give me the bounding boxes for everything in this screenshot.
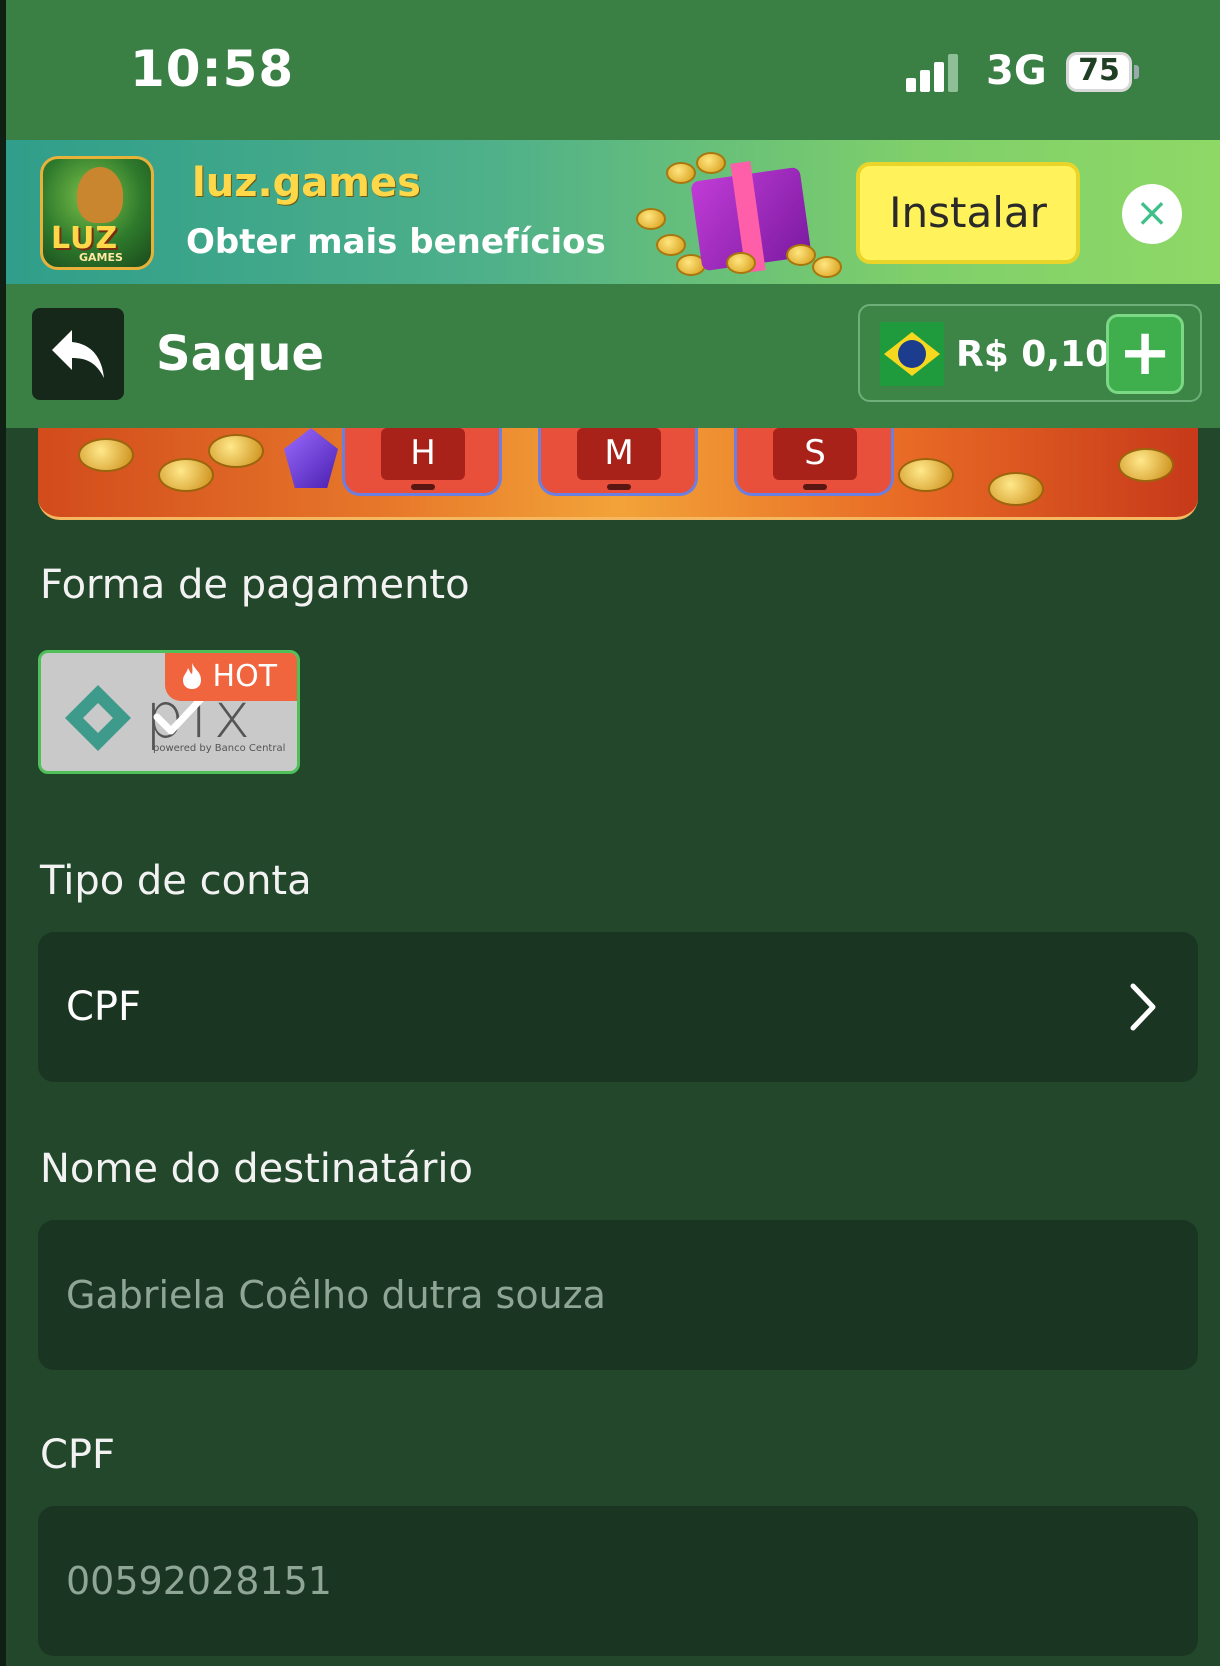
timer-minutes: M	[538, 428, 698, 496]
battery-icon: 75	[1066, 52, 1140, 92]
banner-app-name: luz.games	[192, 160, 421, 206]
payment-method-label: Forma de pagamento	[40, 562, 470, 608]
deposit-plus-button[interactable]: +	[1106, 314, 1184, 394]
close-banner-icon[interactable]: ×	[1122, 184, 1182, 244]
timer-seconds: S	[734, 428, 894, 496]
account-type-value: CPF	[66, 984, 142, 1030]
timer-hours: H	[342, 428, 502, 496]
cpf-label: CPF	[40, 1432, 116, 1478]
gem-icon	[284, 428, 338, 488]
page-title: Saque	[156, 326, 325, 382]
recipient-name-label: Nome do destinatário	[40, 1146, 473, 1192]
app-logo: LUZ GAMES	[40, 156, 154, 270]
status-bar: 10:58 3G 75	[6, 0, 1220, 140]
chevron-right-icon	[1130, 983, 1156, 1031]
cpf-field	[38, 1506, 1198, 1656]
status-time: 10:58	[130, 40, 295, 98]
back-arrow-icon	[52, 330, 104, 378]
install-button[interactable]: Instalar	[856, 162, 1080, 264]
signal-strength-icon	[906, 52, 966, 92]
account-type-select[interactable]: CPF	[38, 932, 1198, 1082]
network-type: 3G	[986, 48, 1047, 94]
cpf-input[interactable]	[66, 1546, 1166, 1616]
back-button[interactable]	[32, 308, 124, 400]
recipient-name-input[interactable]	[66, 1260, 1166, 1330]
promo-banner[interactable]: H M S	[38, 428, 1198, 520]
pix-payment-option[interactable]: pix powered by Banco Central HOT	[38, 650, 300, 774]
pix-caption: powered by Banco Central	[153, 743, 286, 754]
treasure-gift-image	[636, 148, 856, 280]
page-header: Saque R$ 0,10 +	[6, 284, 1220, 428]
hot-badge: HOT	[165, 653, 297, 701]
battery-level: 75	[1078, 53, 1120, 88]
balance-widget: R$ 0,10 +	[858, 304, 1202, 402]
account-type-label: Tipo de conta	[40, 858, 312, 904]
recipient-name-field	[38, 1220, 1198, 1370]
brazil-flag-icon	[880, 322, 944, 386]
banner-tagline: Obter mais benefícios	[186, 222, 606, 262]
balance-amount: R$ 0,10	[956, 334, 1111, 375]
install-banner: LUZ GAMES luz.games Obter mais benefício…	[6, 140, 1220, 284]
flame-icon	[183, 663, 201, 689]
